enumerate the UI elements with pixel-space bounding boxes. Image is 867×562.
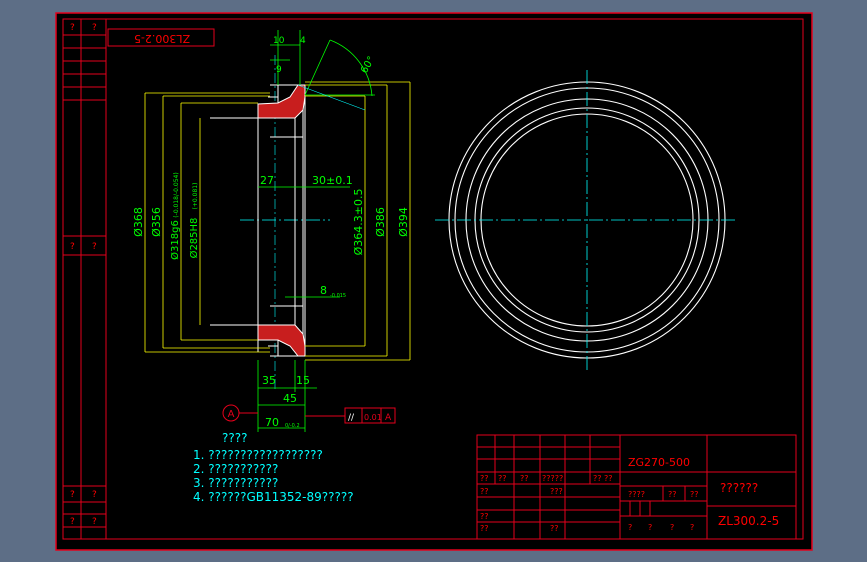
title-block-mark: ?? <box>480 512 489 521</box>
left-column-mark: ? <box>70 23 75 33</box>
title-block-mark: ?? <box>480 487 489 496</box>
title-block-mark: ?? <box>520 474 529 483</box>
title-block-mark: ? <box>690 523 694 532</box>
dim-width-4: 4 <box>300 36 306 46</box>
title-block-mark: ? <box>670 523 674 532</box>
left-column-mark: ? <box>70 517 75 527</box>
dim-d318-tolerance: (-0.018/-0.054) <box>173 172 180 217</box>
dim-d318: Ø318g6 <box>169 220 181 260</box>
dim-width-10: 10 <box>273 36 285 46</box>
title-block-label: ?? <box>690 490 699 499</box>
left-column-mark: ? <box>92 23 97 33</box>
tolerance-symbol: // <box>348 413 355 423</box>
note-item: 4. ??????GB11352-89????? <box>193 490 354 504</box>
dim-len-35: 35 <box>262 374 276 387</box>
dim-len-8-tolerance: -0.015 <box>330 293 346 299</box>
title-block-mark: ? <box>628 523 632 532</box>
drawing-sheet <box>55 12 813 551</box>
cad-drawing-canvas: ? ? ? ? ? ? ? ? ZL300.2-5 10 4 9 60° Ø36… <box>55 12 813 551</box>
left-column-mark: ? <box>92 490 97 500</box>
title-block-label: ?? <box>668 490 677 499</box>
dim-len-70-tolerance: 0/-0.2 <box>285 423 300 429</box>
dim-d394: Ø394 <box>397 207 410 237</box>
title-block-label: ???? <box>628 490 645 499</box>
dim-len-8: 8 <box>320 284 327 297</box>
dim-len-70: 70 <box>265 416 279 429</box>
title-block-mark: ??? <box>550 487 563 496</box>
title-block-mark: ?? ?? <box>593 474 613 483</box>
title-block-mark: ?? <box>550 524 559 533</box>
dim-d285: Ø285H8 <box>188 218 200 259</box>
dim-len-45: 45 <box>283 392 297 405</box>
drawing-number: ZL300.2-5 <box>718 514 779 528</box>
left-column-mark: ? <box>70 490 75 500</box>
note-item: 2. ??????????? <box>193 462 278 476</box>
material-label: ZG270-500 <box>628 456 690 469</box>
dim-width-9: 9 <box>276 65 282 75</box>
note-item: 3. ??????????? <box>193 476 278 490</box>
tolerance-value: 0.01 <box>364 413 382 422</box>
title-block-mark: ?? <box>480 474 489 483</box>
notes-title: ???? <box>222 431 247 445</box>
note-item: 1. ?????????????????? <box>193 448 323 462</box>
drawing-name: ?????? <box>720 481 758 495</box>
title-block-mark: ? <box>648 523 652 532</box>
dim-d368: Ø368 <box>132 207 145 237</box>
title-block-mark: ?? <box>498 474 507 483</box>
mirrored-code: ZL300.2-5 <box>134 32 190 45</box>
dim-d356: Ø356 <box>150 207 163 237</box>
dim-d285-tolerance: (+0.081) <box>192 183 199 210</box>
left-column-mark: ? <box>92 517 97 527</box>
title-block-mark: ?? <box>480 524 489 533</box>
dim-len-15: 15 <box>296 374 310 387</box>
left-column-mark: ? <box>70 242 75 252</box>
title-block-mark: ????? <box>542 474 563 483</box>
dim-len-30: 30±0.1 <box>312 174 353 187</box>
left-column-mark: ? <box>92 242 97 252</box>
dim-len-27: 27 <box>260 174 274 187</box>
dim-d364: Ø364.3±0.5 <box>352 189 365 256</box>
tolerance-ref: A <box>385 413 392 423</box>
datum-label: A <box>228 409 235 420</box>
dim-d386: Ø386 <box>374 207 387 237</box>
